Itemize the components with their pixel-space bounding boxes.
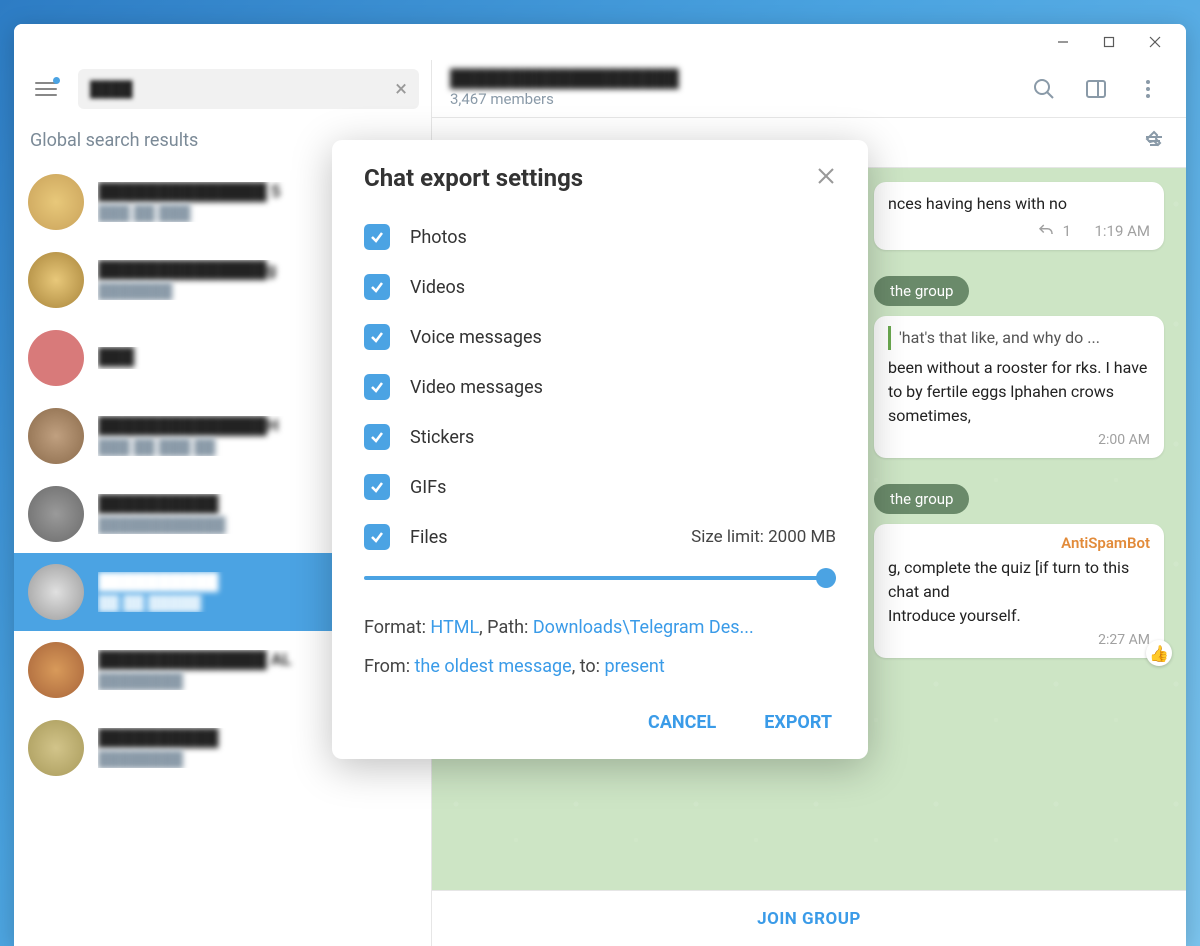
- message-text: nces having hens with no: [888, 192, 1150, 216]
- search-in-chat-button[interactable]: [1024, 69, 1064, 109]
- reply-icon: [1037, 222, 1055, 240]
- join-group-button[interactable]: JOIN GROUP: [757, 909, 861, 929]
- sidebar-header: ████ ×: [14, 60, 431, 118]
- service-message: the group: [874, 484, 969, 514]
- message-time: 2:27 AM: [888, 632, 1150, 648]
- checkbox-checked-icon: [364, 524, 390, 550]
- option-label: Voice messages: [410, 327, 542, 348]
- option-label: Videos: [410, 277, 465, 298]
- message-text: g, complete the quiz [if turn to this ch…: [888, 556, 1150, 604]
- message-text: been without a rooster for rks. I have t…: [888, 356, 1150, 428]
- chat-members-count: 3,467 members: [450, 90, 1012, 108]
- option-label: Stickers: [410, 427, 474, 448]
- option-label: GIFs: [410, 477, 446, 498]
- app-window: ████ × Global search results ███████████…: [14, 24, 1186, 946]
- checkbox-checked-icon: [364, 474, 390, 500]
- format-path-row: Format: HTML, Path: Downloads\Telegram D…: [364, 614, 836, 643]
- export-option-gifs[interactable]: GIFs: [364, 462, 836, 512]
- reaction-thumbs-up-icon[interactable]: 👍: [1146, 640, 1172, 666]
- modal-actions: CANCEL EXPORT: [364, 704, 836, 741]
- avatar: [28, 564, 84, 620]
- export-option-photos[interactable]: Photos: [364, 212, 836, 262]
- window-minimize-button[interactable]: [1040, 26, 1086, 58]
- export-option-video-messages[interactable]: Video messages: [364, 362, 836, 412]
- export-option-stickers[interactable]: Stickers: [364, 412, 836, 462]
- avatar: [28, 642, 84, 698]
- avatar: [28, 252, 84, 308]
- option-label: Photos: [410, 227, 467, 248]
- checkbox-checked-icon: [364, 424, 390, 450]
- service-message: the group: [874, 276, 969, 306]
- modal-header: Chat export settings: [364, 164, 836, 192]
- export-option-voice[interactable]: Voice messages: [364, 312, 836, 362]
- format-link[interactable]: HTML: [430, 617, 479, 638]
- notification-dot-icon: [53, 77, 60, 84]
- clear-search-button[interactable]: ×: [395, 77, 407, 102]
- window-close-button[interactable]: [1132, 26, 1178, 58]
- message-sender: AntiSpamBot: [888, 534, 1150, 552]
- avatar: [28, 408, 84, 464]
- search-input[interactable]: ████ ×: [78, 69, 419, 109]
- avatar: [28, 720, 84, 776]
- size-limit-label: Size limit: 2000 MB: [691, 527, 836, 547]
- message-bubble[interactable]: 'hat's that like, and why do ... been wi…: [874, 316, 1164, 458]
- message-bubble[interactable]: nces having hens with no 1 1:19 AM: [874, 182, 1164, 250]
- bottom-action-bar: JOIN GROUP: [432, 890, 1186, 946]
- checkbox-checked-icon: [364, 374, 390, 400]
- export-settings-dialog: Chat export settings Photos Videos Voice…: [332, 140, 868, 759]
- window-titlebar: [14, 24, 1186, 60]
- option-label: Files: [410, 527, 448, 548]
- message-time: 2:00 AM: [888, 432, 1150, 448]
- message-reply-preview: 'hat's that like, and why do ...: [888, 326, 1150, 350]
- slider-track: [364, 576, 836, 580]
- chat-title-block[interactable]: ███████████████████ 3,467 members: [450, 69, 1012, 108]
- message-text: Introduce yourself.: [888, 604, 1150, 628]
- export-option-files[interactable]: Files Size limit: 2000 MB: [364, 512, 836, 562]
- avatar: [28, 330, 84, 386]
- export-button[interactable]: EXPORT: [760, 704, 836, 741]
- avatar: [28, 486, 84, 542]
- message-bubble[interactable]: AntiSpamBot g, complete the quiz [if tur…: [874, 524, 1164, 658]
- size-limit-slider[interactable]: [364, 562, 836, 604]
- search-value: ████: [90, 80, 387, 98]
- export-option-videos[interactable]: Videos: [364, 262, 836, 312]
- side-panel-toggle-button[interactable]: [1076, 69, 1116, 109]
- pin-icon: [1142, 129, 1166, 157]
- more-options-button[interactable]: [1128, 69, 1168, 109]
- chat-header: ███████████████████ 3,467 members: [432, 60, 1186, 118]
- slider-thumb[interactable]: [816, 568, 836, 588]
- checkbox-checked-icon: [364, 274, 390, 300]
- path-link[interactable]: Downloads\Telegram Des...: [533, 617, 754, 638]
- checkbox-checked-icon: [364, 224, 390, 250]
- option-label: Video messages: [410, 377, 543, 398]
- main-menu-button[interactable]: [26, 69, 66, 109]
- cancel-button[interactable]: CANCEL: [644, 704, 720, 741]
- date-range-row: From: the oldest message, to: present: [364, 653, 836, 682]
- from-link[interactable]: the oldest message: [415, 656, 572, 677]
- checkbox-checked-icon: [364, 324, 390, 350]
- to-link[interactable]: present: [605, 656, 665, 677]
- modal-title: Chat export settings: [364, 164, 583, 192]
- modal-close-button[interactable]: [816, 164, 836, 192]
- window-maximize-button[interactable]: [1086, 26, 1132, 58]
- message-meta: 1 1:19 AM: [888, 222, 1150, 240]
- avatar: [28, 174, 84, 230]
- chat-title: ███████████████████: [450, 69, 1012, 89]
